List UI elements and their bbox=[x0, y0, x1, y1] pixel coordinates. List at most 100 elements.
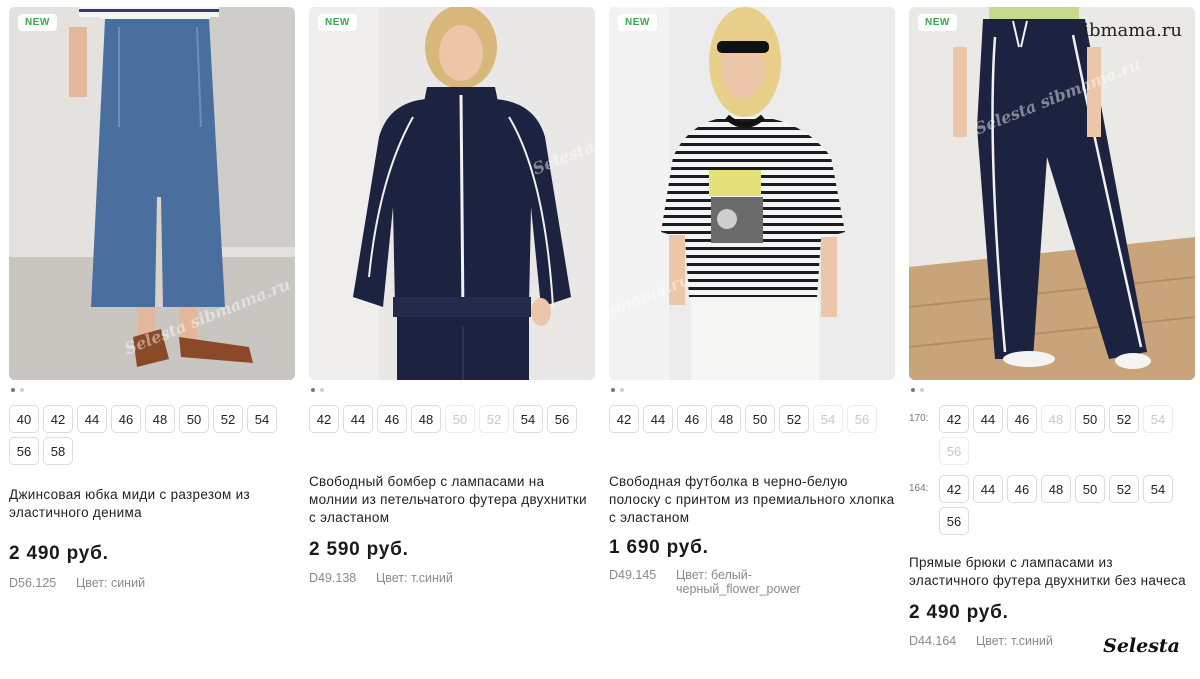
size-option[interactable]: 44 bbox=[973, 405, 1003, 433]
size-row-170: 170: 42 44 46 48 50 52 54 56 bbox=[909, 405, 1195, 465]
product-sku: D49.138 bbox=[309, 571, 357, 585]
size-option[interactable]: 44 bbox=[973, 475, 1003, 503]
product-color: Цвет: т.синий bbox=[976, 634, 1053, 648]
size-option-unavailable: 54 bbox=[1143, 405, 1173, 433]
product-photo[interactable]: NEW Selesta sibmama.ru bbox=[309, 7, 595, 380]
size-option[interactable]: 50 bbox=[1075, 405, 1105, 433]
product-card[interactable]: NEW Selesta sibmama.ru 42 44 46 48 50 52… bbox=[309, 7, 595, 585]
size-option[interactable]: 48 bbox=[711, 405, 741, 433]
size-option[interactable]: 58 bbox=[43, 437, 73, 465]
size-option[interactable]: 52 bbox=[779, 405, 809, 433]
product-sku: D56.125 bbox=[9, 576, 57, 590]
product-card[interactable]: NEW Selesta sibmama.ru 42 44 46 48 50 52… bbox=[609, 7, 895, 596]
new-badge: NEW bbox=[918, 14, 957, 31]
size-selector: 42 44 46 48 50 52 54 56 bbox=[309, 405, 595, 433]
size-option[interactable]: 54 bbox=[247, 405, 277, 433]
new-badge: NEW bbox=[318, 14, 357, 31]
size-option[interactable]: 44 bbox=[343, 405, 373, 433]
size-option[interactable]: 52 bbox=[1109, 475, 1139, 503]
wide-pants-photo bbox=[909, 7, 1195, 380]
denim-skirt-photo bbox=[9, 7, 295, 380]
size-option[interactable]: 46 bbox=[111, 405, 141, 433]
size-option[interactable]: 46 bbox=[1007, 405, 1037, 433]
product-name[interactable]: Джинсовая юбка миди с разрезом из эласти… bbox=[9, 486, 295, 522]
product-color: Цвет: т.синий bbox=[376, 571, 453, 585]
size-selector: 42 44 46 48 50 52 54 56 bbox=[939, 405, 1195, 465]
carousel-dot[interactable] bbox=[320, 388, 324, 392]
product-card[interactable]: NEW Selesta sibmama.ru 40 42 44 46 48 50… bbox=[9, 7, 295, 590]
product-meta: D49.145 Цвет: белый-черный_flower_power bbox=[609, 568, 895, 596]
product-name[interactable]: Свободная футболка в черно-белую полоску… bbox=[609, 473, 895, 527]
size-option[interactable]: 44 bbox=[77, 405, 107, 433]
carousel-dots[interactable] bbox=[911, 387, 1195, 393]
size-option[interactable]: 54 bbox=[1143, 475, 1173, 503]
new-badge: NEW bbox=[618, 14, 657, 31]
size-option[interactable]: 50 bbox=[179, 405, 209, 433]
product-sku: D44.164 bbox=[909, 634, 957, 648]
brand-watermark: Selesta bbox=[1103, 635, 1180, 657]
product-meta: D56.125 Цвет: синий bbox=[9, 576, 295, 590]
size-option[interactable]: 46 bbox=[677, 405, 707, 433]
height-label: 170: bbox=[909, 413, 929, 424]
size-option[interactable]: 42 bbox=[43, 405, 73, 433]
size-option[interactable]: 48 bbox=[1041, 475, 1071, 503]
product-photo[interactable]: NEW Selesta sibmama.ru bbox=[909, 7, 1195, 380]
size-option[interactable]: 48 bbox=[411, 405, 441, 433]
size-option[interactable]: 42 bbox=[609, 405, 639, 433]
size-option[interactable]: 52 bbox=[213, 405, 243, 433]
size-option[interactable]: 42 bbox=[939, 405, 969, 433]
carousel-dots[interactable] bbox=[311, 387, 595, 393]
new-badge: NEW bbox=[18, 14, 57, 31]
size-option[interactable]: 46 bbox=[1007, 475, 1037, 503]
size-option[interactable]: 42 bbox=[309, 405, 339, 433]
product-meta: D49.138 Цвет: т.синий bbox=[309, 571, 595, 585]
product-photo[interactable]: NEW Selesta sibmama.ru bbox=[9, 7, 295, 380]
product-card[interactable]: NEW Selesta sibmama.ru 170: 42 44 46 48 … bbox=[909, 7, 1195, 648]
size-option[interactable]: 52 bbox=[1109, 405, 1139, 433]
product-price: 1 690 руб. bbox=[609, 537, 709, 558]
size-option[interactable]: 50 bbox=[1075, 475, 1105, 503]
size-option-unavailable: 52 bbox=[479, 405, 509, 433]
size-option[interactable]: 46 bbox=[377, 405, 407, 433]
bomber-jacket-photo bbox=[309, 7, 595, 380]
size-selector: 42 44 46 48 50 52 54 56 bbox=[939, 475, 1195, 535]
product-sku: D49.145 bbox=[609, 568, 657, 582]
product-color: Цвет: синий bbox=[76, 576, 146, 590]
size-selector: 42 44 46 48 50 52 54 56 bbox=[609, 405, 895, 433]
size-option[interactable]: 50 bbox=[745, 405, 775, 433]
carousel-dot[interactable] bbox=[611, 388, 615, 392]
carousel-dot[interactable] bbox=[620, 388, 624, 392]
product-price: 2 590 руб. bbox=[309, 539, 409, 560]
size-option-unavailable: 48 bbox=[1041, 405, 1071, 433]
size-option[interactable]: 44 bbox=[643, 405, 673, 433]
size-option-unavailable: 56 bbox=[939, 437, 969, 465]
product-price: 2 490 руб. bbox=[909, 602, 1009, 623]
carousel-dots[interactable] bbox=[611, 387, 895, 393]
product-photo[interactable]: NEW Selesta sibmama.ru bbox=[609, 7, 895, 380]
carousel-dot[interactable] bbox=[11, 388, 15, 392]
site-watermark: sibmama.ru bbox=[1073, 20, 1182, 41]
carousel-dot[interactable] bbox=[311, 388, 315, 392]
size-option[interactable]: 56 bbox=[9, 437, 39, 465]
size-option[interactable]: 48 bbox=[145, 405, 175, 433]
size-option[interactable]: 42 bbox=[939, 475, 969, 503]
carousel-dot[interactable] bbox=[920, 388, 924, 392]
carousel-dots[interactable] bbox=[11, 387, 295, 393]
product-color: Цвет: белый-черный_flower_power bbox=[676, 568, 801, 596]
size-option-unavailable: 54 bbox=[813, 405, 843, 433]
carousel-dot[interactable] bbox=[20, 388, 24, 392]
product-name[interactable]: Свободный бомбер с лампасами на молнии и… bbox=[309, 473, 595, 527]
height-label: 164: bbox=[909, 483, 929, 494]
size-option[interactable]: 56 bbox=[547, 405, 577, 433]
striped-tshirt-photo bbox=[609, 7, 895, 380]
product-price: 2 490 руб. bbox=[9, 543, 109, 564]
size-option-unavailable: 50 bbox=[445, 405, 475, 433]
size-option-unavailable: 56 bbox=[847, 405, 877, 433]
size-option[interactable]: 56 bbox=[939, 507, 969, 535]
size-selector: 40 42 44 46 48 50 52 54 56 58 bbox=[9, 405, 295, 465]
product-grid: NEW Selesta sibmama.ru 40 42 44 46 48 50… bbox=[0, 0, 1200, 679]
size-option[interactable]: 40 bbox=[9, 405, 39, 433]
carousel-dot[interactable] bbox=[911, 388, 915, 392]
product-name[interactable]: Прямые брюки с лампасами из эластичного … bbox=[909, 554, 1195, 590]
size-option[interactable]: 54 bbox=[513, 405, 543, 433]
